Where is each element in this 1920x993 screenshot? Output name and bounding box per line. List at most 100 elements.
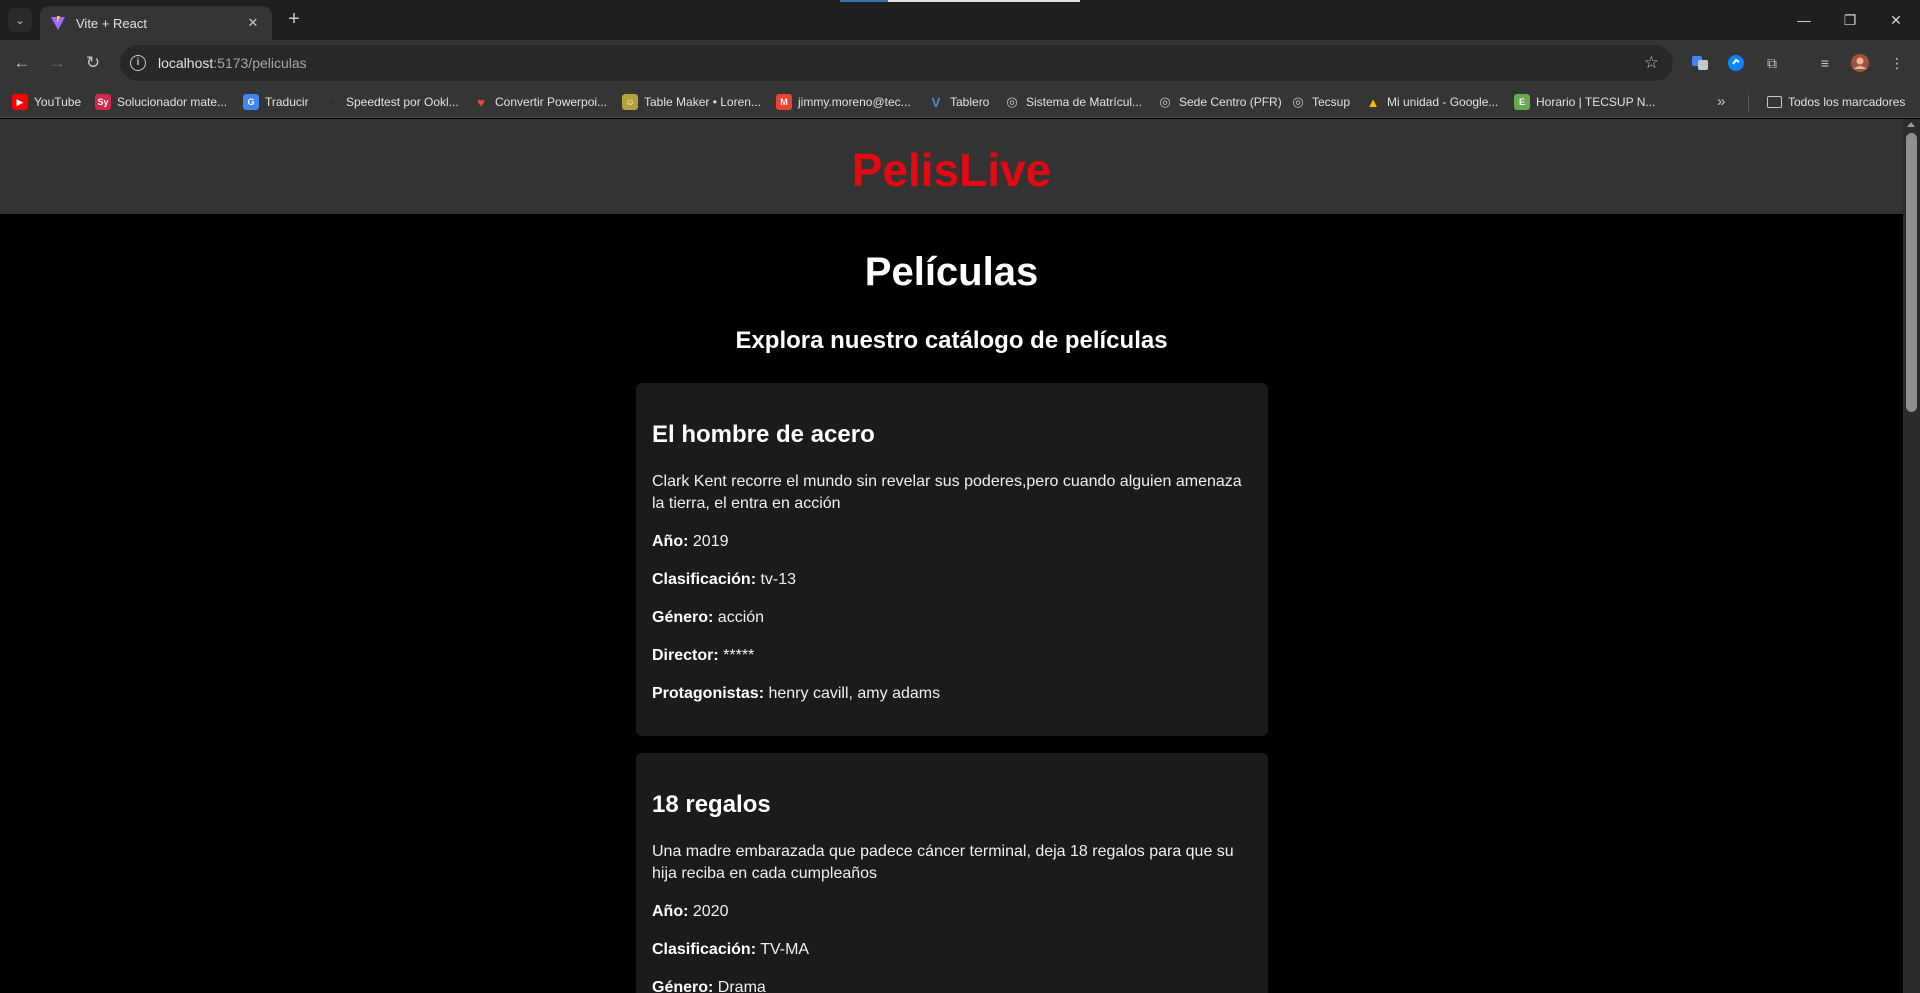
minimize-icon[interactable]: — <box>1782 8 1826 32</box>
bookmark-label: Tecsup <box>1312 95 1351 109</box>
scroll-up-arrow-icon[interactable] <box>1907 122 1915 127</box>
address-bar[interactable]: i localhost:5173/peliculas ☆ <box>120 45 1673 81</box>
restore-icon[interactable]: ❐ <box>1828 8 1872 32</box>
tablero-icon: V <box>931 94 941 110</box>
movie-genre: Género: acción <box>652 607 1252 629</box>
genre-value: acción <box>717 609 765 626</box>
bookmark-label: Convertir Powerpoi... <box>495 95 608 109</box>
translate-icon: G <box>243 94 259 110</box>
all-bookmarks-folder[interactable]: Todos los marcadores <box>1767 93 1905 111</box>
movie-cast: Protagonistas: henry cavill, amy adams <box>652 683 1252 705</box>
site-logo[interactable]: PelisLive <box>0 143 1903 197</box>
profile-avatar-icon[interactable] <box>1849 52 1871 74</box>
year-value: 2020 <box>692 903 729 920</box>
window-edge-marker <box>840 0 888 2</box>
movie-year: Año: 2019 <box>652 531 1252 553</box>
bookmark-item[interactable]: ◔ Speedtest por Ookl... <box>324 93 459 111</box>
movie-card: El hombre de acero Clark Kent recorre el… <box>636 383 1268 736</box>
extensions-puzzle-icon[interactable]: ⧉ <box>1761 52 1783 74</box>
year-value: 2019 <box>692 533 729 550</box>
page-subtitle: Explora nuestro catálogo de películas <box>735 327 1168 354</box>
url-path: :5173/peliculas <box>213 55 307 71</box>
vite-icon <box>51 16 65 30</box>
rating-label: Clasificación: <box>652 941 757 958</box>
bookmarks-divider <box>1748 95 1749 111</box>
bookmark-item[interactable]: ◎ Tecsup <box>1290 93 1350 111</box>
all-bookmarks-label: Todos los marcadores <box>1788 95 1906 109</box>
forward-arrow-icon[interactable]: → <box>45 51 69 75</box>
translate-extension-icon[interactable] <box>1689 52 1711 74</box>
bookmark-star-icon[interactable]: ☆ <box>1644 53 1659 73</box>
tab-strip: ⌄ Vite + React ✕ + — ❐ ✕ <box>0 0 1920 40</box>
menu-kebab-icon[interactable]: ⋮ <box>1886 52 1908 74</box>
cast-label: Protagonistas: <box>652 685 765 702</box>
genre-label: Género: <box>652 979 714 993</box>
rating-value: TV-MA <box>760 941 810 958</box>
bookmark-item[interactable]: E Horario | TECSUP N... <box>1514 93 1655 111</box>
bookmark-label: Mi unidad - Google... <box>1387 95 1499 109</box>
url-host: localhost <box>158 55 214 71</box>
browser-toolbar: ← → ↻ i localhost:5173/peliculas ☆ ⧉ ≡ ⋮ <box>0 40 1920 86</box>
rating-label: Clasificación: <box>652 571 757 588</box>
genre-label: Género: <box>652 609 714 626</box>
site-info-icon[interactable]: i <box>130 55 146 71</box>
table-maker-icon: ☺ <box>622 94 638 110</box>
bookmark-label: Solucionador mate... <box>117 95 228 109</box>
new-tab-plus-icon[interactable]: + <box>282 8 306 32</box>
movie-card: 18 regalos Una madre embarazada que pade… <box>636 753 1268 993</box>
url-text[interactable]: localhost:5173/peliculas <box>158 55 1644 71</box>
bookmark-item[interactable]: ☺ Table Maker • Loren... <box>622 93 761 111</box>
folder-icon <box>1767 96 1782 108</box>
bookmark-label: Sede Centro (PFR) <box>1179 95 1282 109</box>
bookmark-item[interactable]: ◎ Sede Centro (PFR) <box>1157 93 1282 111</box>
bookmark-item[interactable]: Mjimmy.moreno@tec... <box>776 93 911 111</box>
bookmarks-bar: ▶ YouTube Sy Solucionador mate... G Traducir ◔… <box>0 86 1920 118</box>
close-window-icon[interactable]: ✕ <box>1874 8 1918 32</box>
bookmark-item[interactable]: Sy Solucionador mate... <box>95 93 227 111</box>
movie-rating: Clasificación: TV-MA <box>652 939 1252 961</box>
drive-icon: ▲ <box>1366 94 1380 110</box>
window-edge-marker <box>888 0 1080 2</box>
more-bookmarks-chevron-icon[interactable]: » <box>1717 93 1725 110</box>
tab-search-chevron-icon[interactable]: ⌄ <box>8 8 32 32</box>
bookmark-label: Traducir <box>265 95 309 109</box>
page-title: Películas <box>864 250 1039 294</box>
rating-value: tv-13 <box>760 571 797 588</box>
bookmark-item[interactable]: ♥ Convertir Powerpoi... <box>473 93 607 111</box>
page-scrollbar[interactable] <box>1903 119 1920 993</box>
movie-director: Director: ***** <box>652 645 1252 667</box>
media-queue-icon[interactable]: ≡ <box>1814 52 1836 74</box>
director-label: Director: <box>652 647 719 664</box>
movie-title: El hombre de acero <box>652 421 875 448</box>
globe-icon: ◎ <box>1006 94 1018 109</box>
movie-rating: Clasificación: tv-13 <box>652 569 1252 591</box>
active-tab[interactable]: Vite + React ✕ <box>40 6 272 40</box>
bookmark-item[interactable]: ▲ Mi unidad - Google... <box>1365 93 1499 111</box>
year-label: Año: <box>652 533 689 550</box>
globe-icon: ◎ <box>1159 94 1171 109</box>
movie-year: Año: 2020 <box>652 901 1252 923</box>
back-arrow-icon[interactable]: ← <box>10 51 34 75</box>
globe-icon: ◎ <box>1292 94 1304 109</box>
bookmark-label: Sistema de Matrícul... <box>1026 95 1143 109</box>
reload-icon[interactable]: ↻ <box>81 51 105 75</box>
movie-description: Una madre embarazada que padece cáncer t… <box>652 843 1234 882</box>
gmail-icon: M <box>776 94 792 110</box>
bookmark-item[interactable]: G Traducir <box>243 93 309 111</box>
heart-icon: ♥ <box>477 94 485 110</box>
bookmark-item[interactable]: V Tablero <box>928 93 990 111</box>
symbolab-icon: Sy <box>95 94 111 110</box>
bookmark-label: YouTube <box>34 95 82 109</box>
cast-value: henry cavill, amy adams <box>768 685 941 702</box>
bookmark-label: Horario | TECSUP N... <box>1536 95 1656 109</box>
shazam-extension-icon[interactable] <box>1725 52 1747 74</box>
bookmark-label: Speedtest por Ookl... <box>346 95 459 109</box>
bookmark-item[interactable]: ◎ Sistema de Matrícul... <box>1004 93 1142 111</box>
director-value: ***** <box>723 647 755 664</box>
bookmark-item[interactable]: ▶ YouTube <box>12 93 81 111</box>
scrollbar-thumb[interactable] <box>1906 133 1917 412</box>
bookmark-label: Tablero <box>950 95 990 109</box>
movie-genre: Género: Drama <box>652 977 1252 993</box>
tab-close-icon[interactable]: ✕ <box>244 15 262 31</box>
page-viewport: PelisLive Películas Explora nuestro catá… <box>0 119 1920 993</box>
